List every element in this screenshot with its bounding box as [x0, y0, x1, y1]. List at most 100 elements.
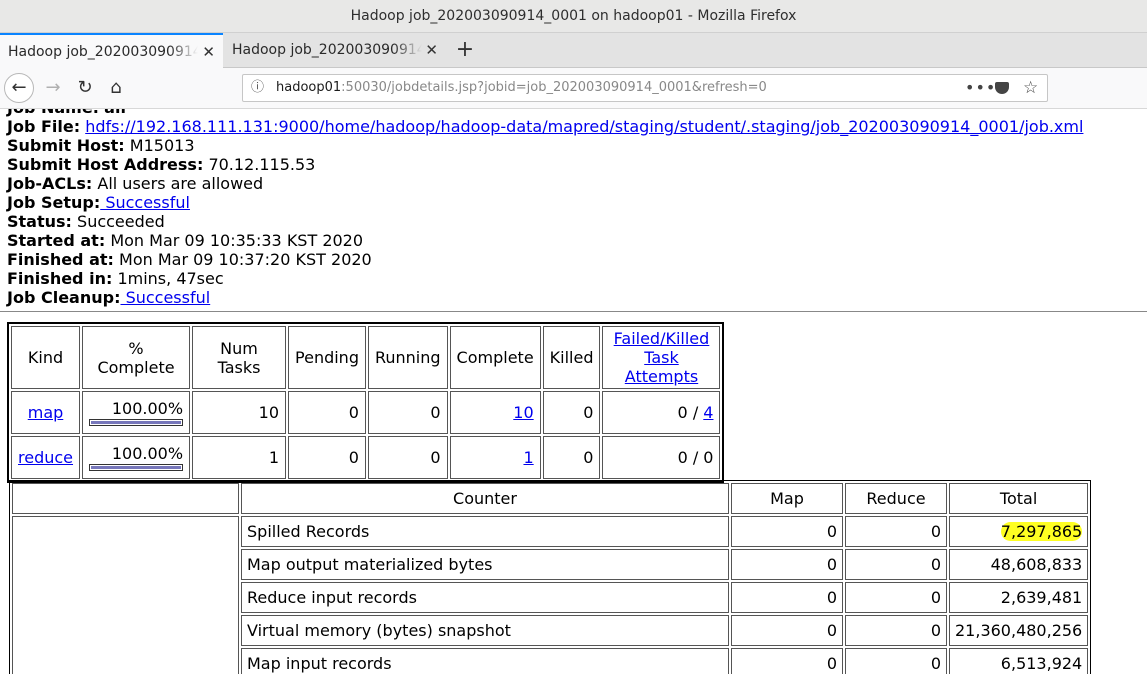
job-setup-line: Job Setup: Successful	[7, 193, 190, 212]
progress-fill	[91, 466, 182, 469]
total-value: 6,513,924	[949, 648, 1089, 674]
url-bar[interactable]: ⓘ hadoop01:50030/jobdetails.jsp?jobid=jo…	[242, 74, 1048, 102]
header-reduce: Reduce	[845, 483, 947, 514]
table-row: reduce 100.00% 1 0 0 1 0 0 / 0	[11, 436, 721, 479]
counter-group-cell	[12, 516, 239, 674]
forward-arrow-icon[interactable]: →	[38, 73, 68, 103]
pending-cell: 0	[288, 436, 366, 479]
reload-icon[interactable]: ↻	[70, 73, 100, 103]
job-file-line: Job File: hdfs://192.168.111.131:9000/ho…	[7, 117, 1084, 136]
reduce-value: 0	[845, 516, 947, 547]
job-cleanup-line: Job Cleanup: Successful	[7, 288, 211, 307]
finished-line: Finished at: Mon Mar 09 10:37:20 KST 202…	[7, 250, 372, 269]
progress-fill	[91, 421, 182, 424]
header-pct-complete: % Complete	[82, 326, 191, 389]
counter-name: Map input records	[241, 648, 729, 674]
pocket-icon[interactable]	[995, 82, 1009, 94]
killed-cell: 0	[542, 436, 601, 479]
job-acls-line: Job-ACLs: All users are allowed	[7, 174, 264, 193]
map-value: 0	[731, 516, 843, 547]
kind-map-link[interactable]: map	[28, 403, 64, 422]
home-icon[interactable]: ⌂	[101, 73, 131, 103]
bookmark-star-icon[interactable]: ☆	[1023, 75, 1038, 101]
header-total: Total	[949, 483, 1089, 514]
killed-cell: 0	[542, 391, 601, 434]
failed-cell: 0 / 0	[602, 436, 721, 479]
running-cell: 0	[367, 436, 448, 479]
total-value: 2,639,481	[949, 582, 1089, 613]
total-value: 21,360,480,256	[949, 615, 1089, 646]
total-value: 7,297,865	[949, 516, 1089, 547]
started-line: Started at: Mon Mar 09 10:35:33 KST 2020	[7, 231, 364, 250]
total-value: 48,608,833	[949, 549, 1089, 580]
kind-reduce-link[interactable]: reduce	[18, 448, 73, 467]
progress-bar	[89, 419, 184, 426]
table-row: map 100.00% 10 0 0 10 0 0 / 4	[11, 391, 721, 434]
failed-killed-link[interactable]: Failed/Killed Task Attempts	[614, 329, 710, 386]
tab-label: Hadoop job_202003090914_0001 on hadoop01	[232, 42, 422, 58]
nav-bar: ← → ↻ ⌂ ⓘ hadoop01:50030/jobdetails.jsp?…	[0, 68, 1147, 109]
reduce-value: 0	[845, 549, 947, 580]
counter-name: Reduce input records	[241, 582, 729, 613]
job-info: Job Name: all Job File: hdfs://192.168.1…	[7, 109, 1083, 307]
header-group	[12, 483, 239, 514]
table-row: Spilled Records 0 0 7,297,865	[12, 516, 1089, 674]
divider	[0, 311, 1147, 312]
tab-active[interactable]: Hadoop job_202003090914_0001 on hadoop01…	[0, 33, 223, 68]
close-tab-icon[interactable]: ✕	[425, 33, 438, 67]
counter-name: Map output materialized bytes	[241, 549, 729, 580]
header-num-tasks: Num Tasks	[192, 326, 287, 389]
complete-cell[interactable]: 1	[449, 436, 541, 479]
pct-cell: 100.00%	[82, 436, 191, 479]
highlight-mark: 7,297,865	[1000, 522, 1083, 541]
close-tab-icon[interactable]: ✕	[202, 35, 215, 68]
header-pending: Pending	[288, 326, 366, 389]
duration-line: Finished in: 1mins, 47sec	[7, 269, 224, 288]
header-failed-killed[interactable]: Failed/Killed Task Attempts	[602, 326, 721, 389]
header-killed: Killed	[542, 326, 601, 389]
running-cell: 0	[367, 391, 448, 434]
back-arrow-icon[interactable]: ←	[4, 73, 34, 103]
counter-name: Spilled Records	[241, 516, 729, 547]
reduce-value: 0	[845, 582, 947, 613]
url-text[interactable]: hadoop01:50030/jobdetails.jsp?jobid=job_…	[276, 75, 767, 101]
failed-attempts-link[interactable]: 4	[703, 403, 713, 422]
job-setup-link[interactable]: Successful	[100, 193, 190, 212]
complete-cell[interactable]: 10	[449, 391, 541, 434]
window-title: Hadoop job_202003090914_0001 on hadoop01…	[0, 0, 1147, 33]
progress-bar	[89, 464, 184, 471]
complete-link[interactable]: 1	[523, 448, 533, 467]
header-kind: Kind	[11, 326, 81, 389]
counter-name: Virtual memory (bytes) snapshot	[241, 615, 729, 646]
map-value: 0	[731, 549, 843, 580]
task-summary-table: Kind % Complete Num Tasks Pending Runnin…	[7, 322, 725, 483]
job-name-line: Job Name: all	[7, 109, 1083, 117]
map-value: 0	[731, 582, 843, 613]
page-content: Job Name: all Job File: hdfs://192.168.1…	[0, 109, 1147, 674]
tab-strip: Hadoop job_202003090914_0001 on hadoop01…	[0, 33, 1147, 68]
failed-cell: 0 / 4	[602, 391, 721, 434]
reduce-value: 0	[845, 615, 947, 646]
complete-link[interactable]: 10	[513, 403, 533, 422]
counter-table: Counter Map Reduce Total Spilled Records…	[9, 480, 1092, 674]
header-counter: Counter	[241, 483, 729, 514]
job-file-link[interactable]: hdfs://192.168.111.131:9000/home/hadoop/…	[85, 117, 1083, 136]
num-tasks-cell: 10	[192, 391, 287, 434]
tab-label: Hadoop job_202003090914_0001 on hadoop01	[8, 44, 198, 60]
map-value: 0	[731, 648, 843, 674]
pct-cell: 100.00%	[82, 391, 191, 434]
status-line: Status: Succeeded	[7, 212, 165, 231]
tab-inactive[interactable]: Hadoop job_202003090914_0001 on hadoop01…	[224, 33, 446, 67]
header-running: Running	[367, 326, 448, 389]
map-value: 0	[731, 615, 843, 646]
kind-cell[interactable]: reduce	[11, 436, 81, 479]
job-cleanup-link[interactable]: Successful	[120, 288, 211, 307]
new-tab-icon[interactable]: +	[452, 33, 478, 67]
info-icon[interactable]: ⓘ	[251, 75, 264, 101]
num-tasks-cell: 1	[192, 436, 287, 479]
header-complete: Complete	[449, 326, 541, 389]
page-actions-icon[interactable]: •••	[965, 75, 996, 101]
header-map: Map	[731, 483, 843, 514]
kind-cell[interactable]: map	[11, 391, 81, 434]
submit-address-line: Submit Host Address: 70.12.115.53	[7, 155, 316, 174]
